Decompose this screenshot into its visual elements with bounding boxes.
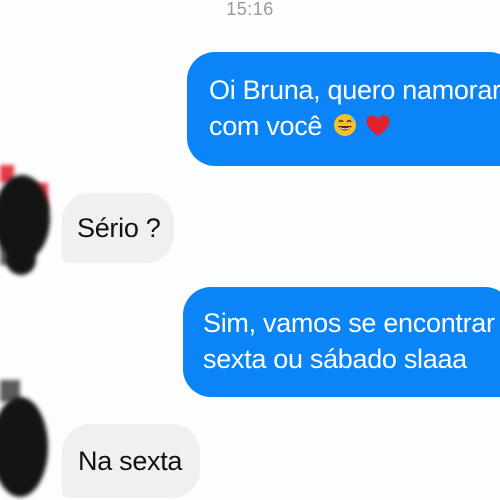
message-text: com você bbox=[209, 111, 323, 141]
message-text: Sério ? bbox=[77, 213, 161, 243]
message-text: Na sexta bbox=[78, 446, 183, 476]
red-heart-emoji-icon bbox=[365, 110, 391, 146]
message-text-line: Sim, vamos se encontrar bbox=[203, 308, 495, 338]
message-text-line: Oi Bruna, quero namorar bbox=[209, 75, 500, 105]
contact-avatar[interactable] bbox=[0, 375, 56, 500]
message-timestamp: 15:16 bbox=[226, 0, 274, 19]
sent-message-bubble[interactable]: Oi Bruna, quero namorar com você bbox=[187, 52, 500, 166]
sent-message-bubble[interactable]: Sim, vamos se encontrar sexta ou sábado … bbox=[183, 287, 500, 397]
received-message-bubble[interactable]: Sério ? bbox=[62, 193, 174, 263]
contact-avatar[interactable] bbox=[0, 155, 56, 290]
message-text-line: sexta ou sábado slaaa bbox=[203, 344, 467, 374]
grinning-sweat-emoji-icon bbox=[333, 110, 357, 146]
chat-screen: 15:16 Oi Bruna, quero namorar com você S… bbox=[0, 0, 500, 500]
received-message-bubble[interactable]: Na sexta bbox=[62, 424, 200, 498]
message-text-line: com você bbox=[209, 108, 500, 146]
